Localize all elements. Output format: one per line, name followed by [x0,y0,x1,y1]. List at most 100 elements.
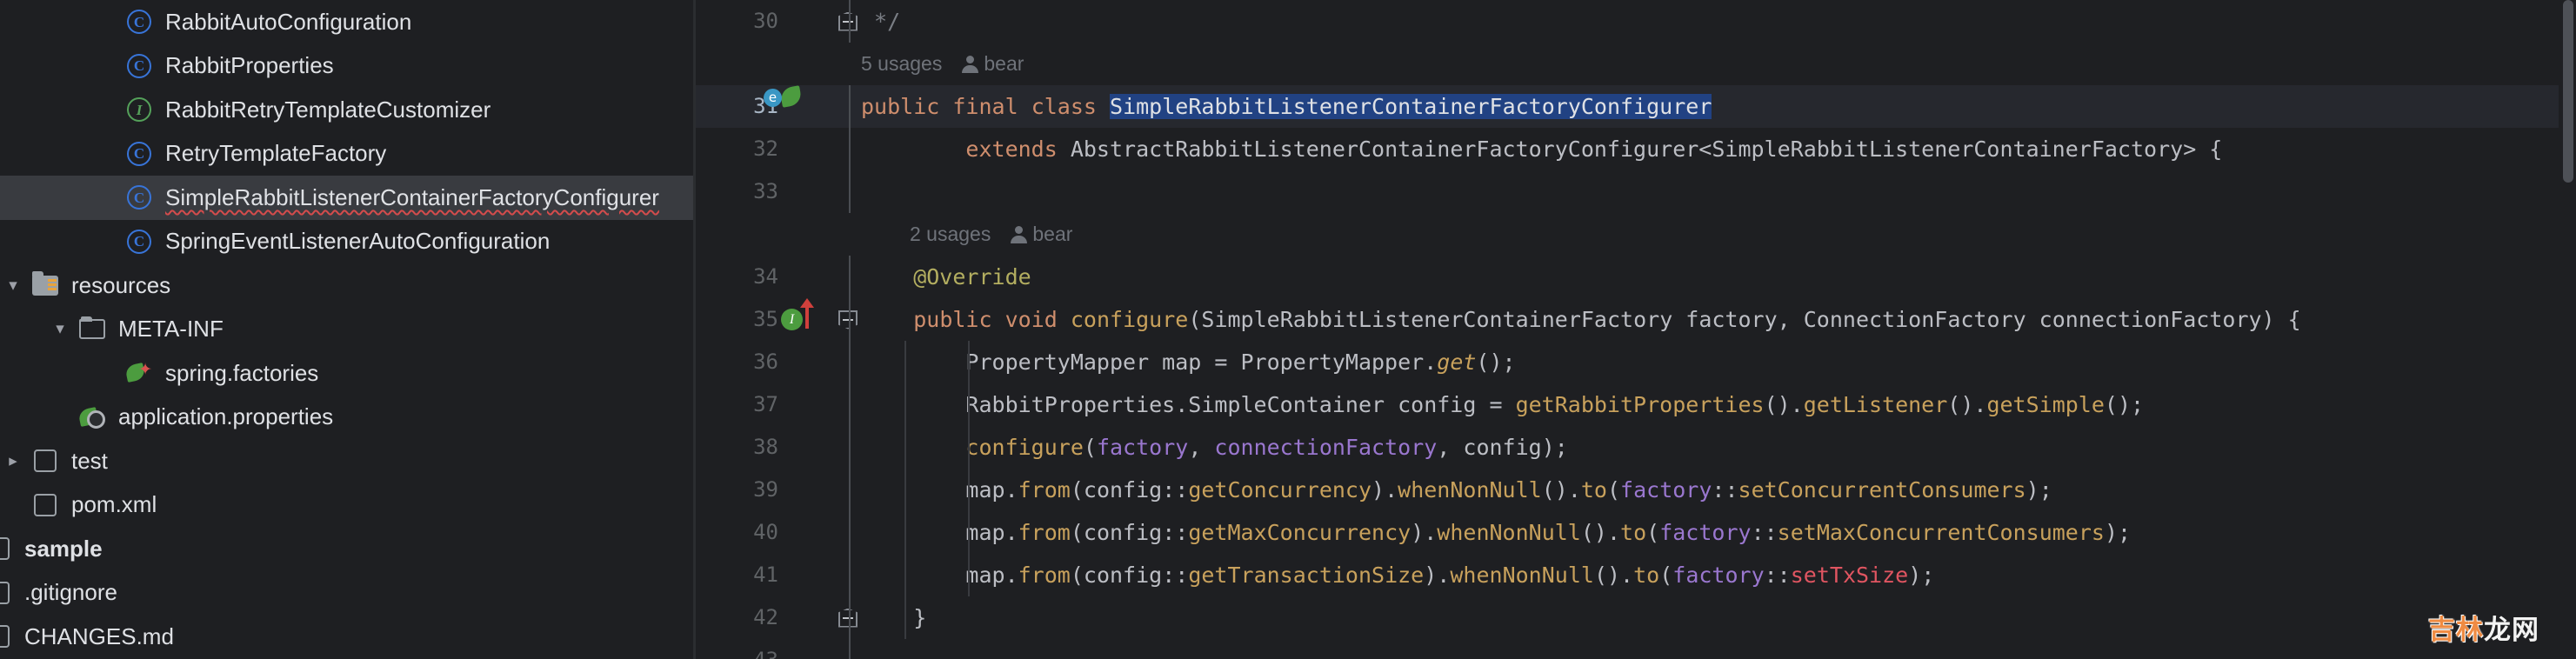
tree-item-label: RetryTemplateFactory [165,140,387,167]
gutter-separator [849,256,851,298]
code-text[interactable]: RabbitProperties.SimpleContainer config … [861,383,2144,426]
code-fold-start-icon[interactable] [835,596,861,639]
tree-item-label: META-INF [118,316,224,343]
code-line-38[interactable]: 38 configure(factory, connectionFactory,… [696,426,2576,469]
code-line-32[interactable]: 32 extends AbstractRabbitListenerContain… [696,128,2576,170]
code-line-36[interactable]: 36 PropertyMapper map = PropertyMapper.g… [696,341,2576,383]
code-token: setTxSize [1790,562,1909,588]
code-fold-end-icon[interactable] [835,298,861,341]
tree-item-label: CHANGES.md [24,622,174,649]
override-method-gutter-icon[interactable]: I [781,298,833,341]
code-token: map. [861,520,1018,545]
code-fold-start-icon[interactable] [835,0,861,43]
code-text[interactable]: map.from(config::getMaxConcurrency).when… [861,511,2131,554]
code-line-33[interactable]: 33 [696,170,2576,213]
tree-item-label: pom.xml [71,491,157,518]
site-watermark: 吉林龙网 [2428,608,2539,647]
git-icon [0,581,10,604]
code-text[interactable]: extends AbstractRabbitListenerContainerF… [861,128,2222,170]
indent-guide [904,554,906,596]
tree-item-sample[interactable]: ▸sample [0,527,693,571]
code-line-30[interactable]: 30 */ [696,0,2576,43]
usages-hint[interactable]: 2 usages bear [910,213,1072,256]
editor-scrollbar[interactable] [2559,0,2576,659]
maven-icon [34,493,57,516]
tree-item-meta-inf[interactable]: ▾ META-INF [0,308,693,352]
code-token: :: [1712,477,1738,503]
tree-item-changes-md[interactable]: CHANGES.md [0,615,693,659]
chevron-down-icon[interactable]: ▾ [0,277,28,294]
code-line-31[interactable]: 31 public final class SimpleRabbitListene… [696,85,2576,128]
indent-guide [904,383,906,426]
code-line-39[interactable]: 39 map.from(config::getConcurrency).when… [696,469,2576,511]
spring-properties-icon [79,406,105,429]
tree-item-label: SpringEventListenerAutoConfiguration [165,228,551,255]
code-lines[interactable]: 30 */ 5 usages bear 31 public final class Si… [696,0,2576,659]
chevron-down-icon[interactable]: ▾ [45,321,75,337]
code-token: get [1437,349,1477,375]
code-token: , config); [1437,435,1568,460]
tree-item-pom-xml[interactable]: pom.xml [0,483,693,528]
code-line-37[interactable]: 37 RabbitProperties.SimpleContainer conf… [696,383,2576,426]
tree-item-rabbitretrytemplatecustomizer[interactable]: I RabbitRetryTemplateCustomizer [0,88,693,132]
tree-item-label: SimpleRabbitListenerContainerFactoryConf… [165,183,659,210]
project-tool-window[interactable]: C RabbitAutoConfiguration C RabbitPropertie… [0,0,693,659]
tree-item-springeventlistenerautoconfiguration[interactable]: C SpringEventListenerAutoConfiguration [0,220,693,264]
tree-item--gitignore[interactable]: .gitignore [0,571,693,616]
tree-item-label: .gitignore [24,579,117,606]
tree-item-label: sample [24,535,103,562]
code-token: to [1620,520,1647,545]
gutter-separator [849,469,851,511]
tree-item-rabbitproperties[interactable]: C RabbitProperties [0,44,693,89]
scrollbar-thumb[interactable] [2563,0,2573,183]
code-token: (). [1593,562,1634,588]
code-line-43[interactable]: 43 [696,639,2576,659]
tree-item-rabbitautoconfiguration[interactable]: C RabbitAutoConfiguration [0,0,693,44]
code-text[interactable]: @Override [861,256,1031,298]
usages-count: 2 usages [910,223,991,245]
code-text[interactable]: map.from(config::getConcurrency).whenNon… [861,469,2052,511]
code-token: setConcurrentConsumers [1738,477,2026,503]
editor-pane[interactable]: 30 */ 5 usages bear 31 public final class Si… [696,0,2576,659]
usages-hint[interactable]: 5 usages bear [861,43,1024,85]
code-text[interactable]: public void configure(SimpleRabbitListen… [861,298,2300,341]
tree-item-simplerabbitlistenercontainerfactoryconfigurer[interactable]: C SimpleRabbitListenerContainerFactoryCon… [0,176,693,220]
tree-item-test[interactable]: ▸ test [0,439,693,483]
code-text[interactable]: } [861,596,926,639]
code-token: getMaxConcurrency [1188,520,1411,545]
tree-item-spring-factories[interactable]: spring.factories [0,351,693,396]
code-token: ). [1411,520,1438,545]
code-token: extends [861,136,1058,162]
tree-item-label: test [71,447,108,474]
spring-bean-gutter-icon[interactable] [781,85,833,128]
markdown-icon [0,625,10,649]
code-text[interactable]: PropertyMapper map = PropertyMapper.get(… [861,341,1515,383]
code-line-40[interactable]: 40 map.from(config::getMaxConcurrency).w… [696,511,2576,554]
code-token: ( [1606,477,1621,503]
code-line-41[interactable]: 41 map.from(config::getTransactionSize).… [696,554,2576,596]
code-token: ). [1371,477,1398,503]
code-text[interactable]: public final class SimpleRabbitListenerC… [861,85,1712,128]
code-token: getTransactionSize [1188,562,1425,588]
code-line-34[interactable]: 34 @Override [696,256,2576,298]
tree-item-retrytemplatefactory[interactable]: C RetryTemplateFactory [0,132,693,176]
code-token: connectionFactory [1214,435,1438,460]
code-token: , [1188,435,1215,460]
code-text[interactable]: map.from(config::getTransactionSize).whe… [861,554,1934,596]
tree-item-application-properties[interactable]: application.properties [0,396,693,440]
code-line-35[interactable]: 35 I public void configure(SimpleRabbitLi… [696,298,2576,341]
code-line-42[interactable]: 42 } [696,596,2576,639]
tree-item-resources[interactable]: ▾ resources [0,263,693,308]
code-text[interactable]: */ [861,0,900,43]
code-text[interactable]: configure(factory, connectionFactory, co… [861,426,1568,469]
tree-item-icon: C [122,53,157,78]
code-token: whenNonNull [1398,477,1542,503]
gutter-separator [849,511,851,554]
code-token: whenNonNull [1450,562,1594,588]
code-token: */ [861,9,901,34]
code-token: (config:: [1070,477,1189,503]
code-token: to [1633,562,1660,588]
project-tree[interactable]: C RabbitAutoConfiguration C RabbitPropertie… [0,0,693,659]
chevron-right-icon[interactable]: ▸ [0,453,28,469]
code-token: RabbitProperties.SimpleContainer config … [861,392,1516,417]
